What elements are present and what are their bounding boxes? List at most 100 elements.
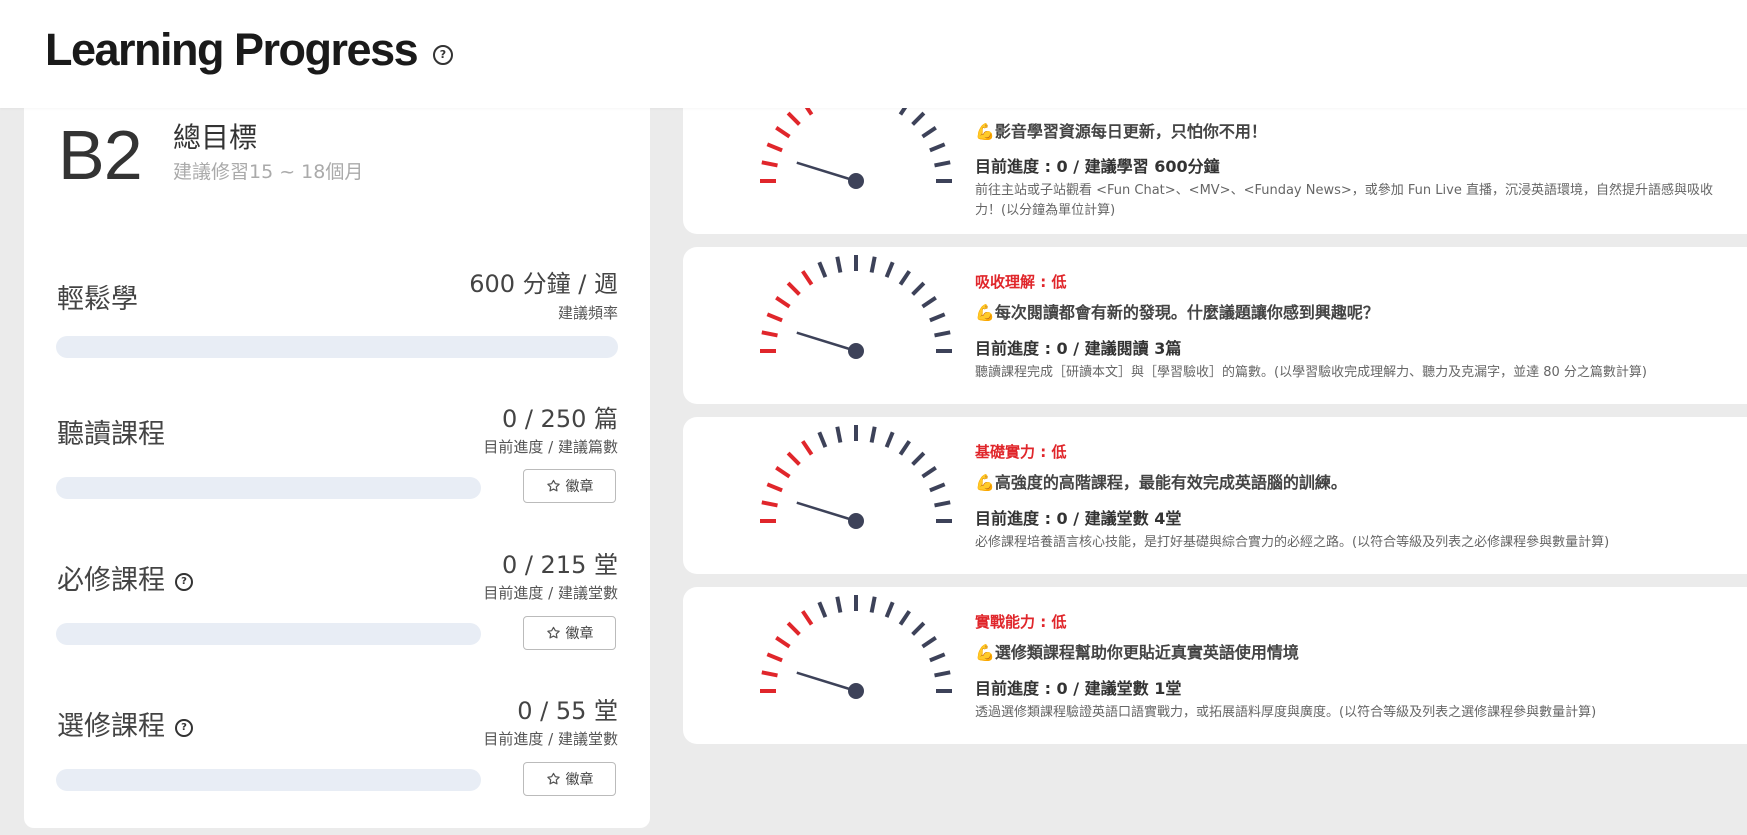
gauge-needle <box>796 161 857 183</box>
badge-button-required[interactable]: 徽章 <box>523 616 616 650</box>
gauge-tick <box>761 500 778 508</box>
goal-level: B2 <box>58 116 143 194</box>
gauge-tick <box>801 610 814 626</box>
gauge-slogan: 💪選修類課程幫助你更貼近真實英語使用情境 <box>975 643 1299 662</box>
section-value-easy-learn: 600 分鐘 / 週 <box>469 270 618 298</box>
gauge-tick <box>817 601 828 618</box>
badge-button-label: 徽章 <box>565 626 594 642</box>
gauge-slogan: 💪高強度的高階課程，最能有效完成英語腦的訓練。 <box>975 473 1347 492</box>
section-label-text: 必修課程 <box>57 565 165 596</box>
gauge-tick <box>911 111 926 126</box>
gauge-tick <box>835 596 843 613</box>
gauge-tick <box>884 431 895 448</box>
section-label-text: 選修課程 <box>57 711 165 742</box>
gauge-tick <box>761 330 778 338</box>
gauge-tick <box>786 281 801 296</box>
gauge-tick <box>835 256 843 273</box>
gauge-tick <box>934 500 951 508</box>
gauge-tick <box>911 451 926 466</box>
gauge-progress: 目前進度 : 0 / 建議堂數 4堂 <box>975 509 1182 528</box>
gauge-description: 必修課程培養語言核心技能，是打好基礎與綜合實力的必經之路。(以符合等級及列表之必… <box>975 535 1610 550</box>
gauge-progress: 目前進度 : 0 / 建議堂數 1堂 <box>975 679 1182 698</box>
gauge-tick <box>869 256 877 273</box>
page-header: Learning Progress ? <box>0 0 1747 108</box>
section-value-listening: 0 / 250 篇 <box>501 405 618 433</box>
progress-bar-required <box>56 623 481 645</box>
progress-bar-elective <box>56 769 481 791</box>
badge-icon <box>546 772 560 784</box>
gauge-hub <box>848 173 864 189</box>
gauge-progress: 目前進度 : 0 / 建議學習 600分鐘 <box>975 157 1220 176</box>
gauge-card-elective: 實戰能力 : 低 💪選修類課程幫助你更貼近真實英語使用情境 目前進度 : 0 /… <box>683 587 1747 744</box>
gauge-tick <box>801 440 814 456</box>
gauge-needle <box>796 331 857 353</box>
gauge-slogan: 💪每次閱讀都會有新的發現。什麼議題讓你感到興趣呢？ <box>975 303 1379 322</box>
gauge-status: 基礎實力 : 低 <box>975 443 1067 461</box>
gauge-status: 實戰能力 : 低 <box>975 613 1067 631</box>
gauge-required <box>760 425 952 529</box>
gauge-tick <box>929 142 946 153</box>
gauge-card-listening: 吸收理解 : 低 💪每次閱讀都會有新的發現。什麼議題讓你感到興趣呢？ 目前進度 … <box>683 247 1747 404</box>
badge-icon <box>546 479 560 491</box>
gauge-tick <box>775 636 791 649</box>
gauge-tick <box>766 482 783 493</box>
section-caption-listening: 目前進度 / 建議篇數 <box>483 438 618 456</box>
question-circle-icon[interactable]: ? <box>175 572 193 591</box>
section-label-elective: 選修課程? <box>57 704 193 743</box>
badge-button-elective[interactable]: 徽章 <box>523 762 616 796</box>
gauge-tick <box>911 281 926 296</box>
badge-button-label: 徽章 <box>565 479 594 495</box>
gauge-tick <box>898 440 911 456</box>
gauge-hub <box>848 513 864 529</box>
badge-button-label: 徽章 <box>565 772 594 788</box>
gauge-tick <box>929 652 946 663</box>
section-label-text: 輕鬆學 <box>57 284 138 315</box>
gauge-tick <box>921 126 937 139</box>
gauge-tick <box>786 451 801 466</box>
gauge-tick <box>817 261 828 278</box>
gauge-tick <box>929 482 946 493</box>
section-value-required: 0 / 215 堂 <box>501 551 618 579</box>
gauge-card-required: 基礎實力 : 低 💪高強度的高階課程，最能有效完成英語腦的訓練。 目前進度 : … <box>683 417 1747 574</box>
gauge-tick <box>921 296 937 309</box>
gauge-tick <box>921 636 937 649</box>
gauge-elective <box>760 595 952 699</box>
gauge-tick <box>766 652 783 663</box>
gauge-needle <box>796 671 857 693</box>
gauge-tick <box>929 312 946 323</box>
question-circle-icon[interactable]: ? <box>175 718 193 737</box>
gauge-tick <box>761 160 778 168</box>
gauge-tick <box>786 621 801 636</box>
gauge-tick <box>761 670 778 678</box>
section-caption-elective: 目前進度 / 建議堂數 <box>483 730 618 748</box>
gauge-tick <box>898 610 911 626</box>
gauge-tick <box>869 596 877 613</box>
gauge-tick <box>884 261 895 278</box>
gauge-tick <box>934 160 951 168</box>
question-circle-icon[interactable]: ? <box>433 45 453 65</box>
gauge-needle <box>796 501 857 523</box>
section-caption-required: 目前進度 / 建議堂數 <box>483 584 618 602</box>
progress-bar-easy-learn <box>56 336 618 358</box>
goal-title: 總目標 <box>173 121 258 154</box>
gauge-progress: 目前進度 : 0 / 建議閱讀 3篇 <box>975 339 1182 358</box>
gauge-tick <box>921 466 937 479</box>
gauge-description: 前往主站或子站觀看 <Fun Chat>、<MV>、<Funday News>，… <box>975 183 1713 218</box>
gauge-hub <box>848 683 864 699</box>
gauge-tick <box>766 142 783 153</box>
section-value-elective: 0 / 55 堂 <box>517 697 618 725</box>
gauge-tick <box>766 312 783 323</box>
gauge-tick <box>786 111 801 126</box>
gauge-hub <box>848 343 864 359</box>
goal-subtitle: 建議修習15 ~ 18個月 <box>173 161 364 183</box>
gauge-status: 吸收理解 : 低 <box>975 273 1067 291</box>
section-label-easy-learn: 輕鬆學 <box>57 277 138 316</box>
gauge-tick <box>817 431 828 448</box>
gauge-tick <box>775 296 791 309</box>
badge-button-listening[interactable]: 徽章 <box>523 469 616 503</box>
gauge-slogan: 💪影音學習資源每日更新，只怕你不用！ <box>975 122 1267 141</box>
gauge-tick <box>775 126 791 139</box>
gauge-tick <box>898 270 911 286</box>
gauge-tick <box>911 621 926 636</box>
progress-bar-listening <box>56 477 481 499</box>
